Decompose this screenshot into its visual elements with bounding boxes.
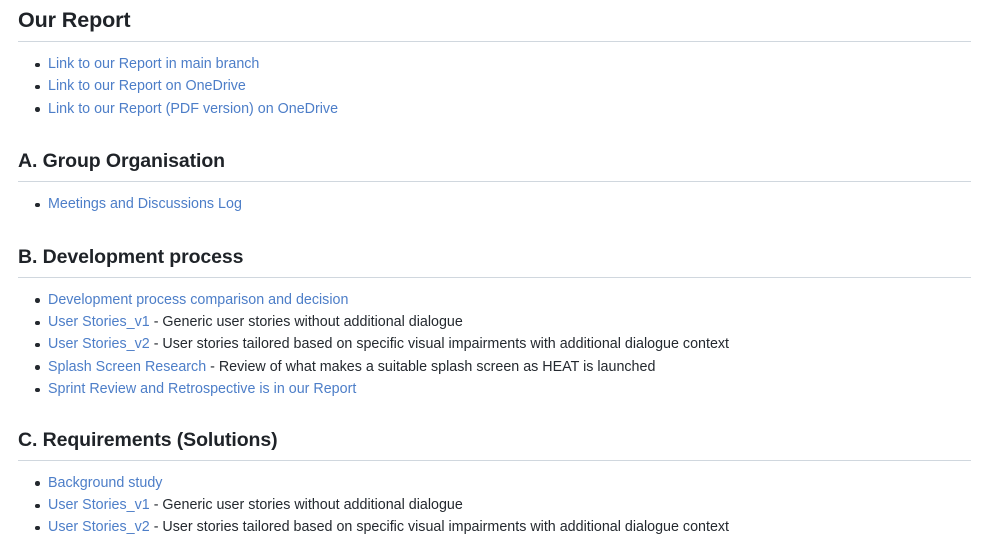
section-our-report: Our Report Link to our Report in main br… — [18, 0, 971, 120]
heading-block-group-organisation: A. Group Organisation — [18, 149, 971, 183]
link-development-process-comparison[interactable]: Development process comparison and decis… — [48, 292, 348, 308]
page-title: Our Report — [18, 8, 131, 32]
list-item: Meetings and Discussions Log — [18, 193, 971, 215]
list-item: Development process comparison and decis… — [18, 289, 971, 311]
list-item: Sprint Review and Retrospective is in ou… — [18, 378, 971, 400]
section-heading-requirements-solutions: C. Requirements (Solutions) — [18, 428, 278, 451]
link-list-our-report: Link to our Report in main branch Link t… — [18, 42, 971, 120]
section-heading-development-process: B. Development process — [18, 245, 244, 268]
heading-block-requirements-solutions: C. Requirements (Solutions) — [18, 428, 971, 461]
list-item: Link to our Report (PDF version) on OneD… — [18, 98, 971, 120]
link-report-pdf-onedrive[interactable]: Link to our Report (PDF version) on OneD… — [48, 101, 338, 117]
section-heading-group-organisation: A. Group Organisation — [18, 150, 225, 173]
section-requirements-solutions: C. Requirements (Solutions) Background s… — [18, 428, 971, 539]
link-report-main-branch[interactable]: Link to our Report in main branch — [48, 56, 259, 72]
section-group-organisation: A. Group Organisation Meetings and Discu… — [18, 149, 971, 215]
list-item: User Stories_v2 - User stories tailored … — [18, 516, 971, 538]
readme-document: Our Report Link to our Report in main br… — [0, 0, 989, 539]
link-user-stories-v1-b[interactable]: User Stories_v1 — [48, 314, 150, 330]
link-user-stories-v1-c[interactable]: User Stories_v1 — [48, 497, 150, 513]
link-splash-screen-research[interactable]: Splash Screen Research — [48, 359, 206, 375]
link-user-stories-v2-c[interactable]: User Stories_v2 — [48, 519, 150, 535]
link-background-study[interactable]: Background study — [48, 475, 162, 491]
heading-block-our-report: Our Report — [18, 0, 971, 42]
link-sprint-review-retrospective[interactable]: Sprint Review and Retrospective is in ou… — [48, 381, 356, 397]
list-item: User Stories_v2 - User stories tailored … — [18, 333, 971, 355]
link-user-stories-v2-b[interactable]: User Stories_v2 — [48, 336, 150, 352]
item-description: - Generic user stories without additiona… — [149, 497, 463, 514]
link-report-onedrive[interactable]: Link to our Report on OneDrive — [48, 78, 246, 94]
item-description: - Review of what makes a suitable splash… — [206, 358, 656, 375]
list-item: Splash Screen Research - Review of what … — [18, 356, 971, 378]
link-list-requirements-solutions: Background study User Stories_v1 - Gener… — [18, 461, 971, 539]
link-meetings-discussions-log[interactable]: Meetings and Discussions Log — [48, 196, 242, 212]
link-list-group-organisation: Meetings and Discussions Log — [18, 182, 971, 215]
list-item: User Stories_v1 - Generic user stories w… — [18, 494, 971, 516]
item-description: - Generic user stories without additiona… — [149, 314, 463, 331]
item-description: - User stories tailored based on specifi… — [149, 519, 730, 536]
link-list-development-process: Development process comparison and decis… — [18, 278, 971, 401]
item-description: - User stories tailored based on specifi… — [149, 336, 730, 353]
heading-block-development-process: B. Development process — [18, 245, 971, 278]
section-development-process: B. Development process Development proce… — [18, 245, 971, 401]
list-item: User Stories_v1 - Generic user stories w… — [18, 311, 971, 333]
list-item: Background study — [18, 472, 971, 494]
list-item: Link to our Report on OneDrive — [18, 75, 971, 97]
list-item: Link to our Report in main branch — [18, 53, 971, 75]
